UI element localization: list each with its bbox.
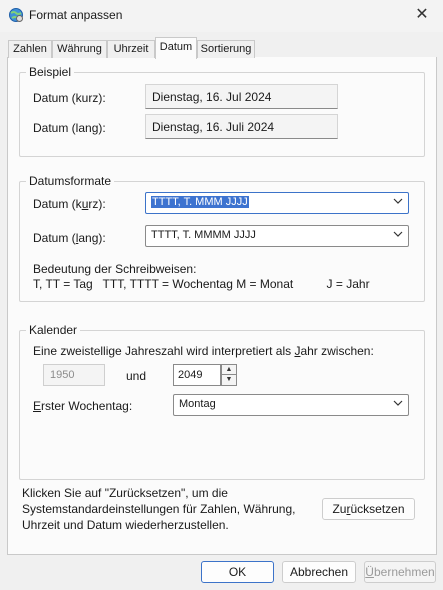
- tab-sortierung[interactable]: Sortierung: [197, 40, 255, 58]
- chevron-down-icon: [393, 398, 403, 411]
- window-title: Format anpassen: [29, 8, 123, 22]
- format-short-label: Datum (kurz):: [33, 197, 106, 211]
- chevron-down-icon: [393, 229, 403, 242]
- short-date-format-value: TTTT, T. MMM JJJJ: [151, 196, 249, 208]
- ok-button[interactable]: OK: [201, 561, 274, 583]
- year-interpretation-label: Eine zweistellige Jahreszahl wird interp…: [33, 344, 374, 358]
- tab-uhrzeit[interactable]: Uhrzeit: [107, 40, 155, 58]
- first-weekday-label: Erster Wochentag:: [33, 399, 133, 413]
- format-meaning-title: Bedeutung der Schreibweisen:: [33, 262, 197, 276]
- first-weekday-combo[interactable]: Montag: [173, 394, 409, 416]
- calendar-legend: Kalender: [26, 323, 81, 337]
- tab-datum[interactable]: Datum: [155, 37, 197, 59]
- tab-zahlen[interactable]: Zahlen: [8, 40, 52, 58]
- example-legend: Beispiel: [26, 65, 75, 79]
- cancel-button[interactable]: Abbrechen: [282, 561, 356, 583]
- example-long-value: Dienstag, 16. Juli 2024: [145, 114, 338, 139]
- example-short-label: Datum (kurz):: [33, 91, 106, 105]
- year-from-input: 1950: [43, 364, 105, 386]
- format-meaning-line: T, TT = Tag TTT, TTTT = Wochentag M = Mo…: [33, 277, 370, 291]
- long-date-format-value: TTTT, T. MMMM JJJJ: [151, 229, 256, 241]
- and-label: und: [126, 369, 147, 383]
- format-long-label: Datum (lang):: [33, 231, 106, 245]
- reset-explanation: Klicken Sie auf "Zurücksetzen", um die S…: [22, 486, 296, 532]
- apply-button[interactable]: Übernehmen: [364, 561, 436, 583]
- example-long-label: Datum (lang):: [33, 121, 106, 135]
- close-icon[interactable]: ✕: [410, 5, 434, 27]
- example-short-value: Dienstag, 16. Jul 2024: [145, 84, 338, 109]
- short-date-format-combo[interactable]: TTTT, T. MMM JJJJ: [145, 192, 409, 214]
- year-to-input[interactable]: 2049: [173, 364, 221, 386]
- spin-down-icon[interactable]: ▼: [221, 375, 237, 386]
- first-weekday-value: Montag: [179, 398, 216, 410]
- formats-legend: Datumsformate: [26, 174, 115, 188]
- chevron-down-icon: [393, 196, 403, 209]
- globe-settings-icon: [8, 7, 24, 23]
- year-spinner[interactable]: ▲ ▼: [221, 364, 237, 386]
- long-date-format-combo[interactable]: TTTT, T. MMMM JJJJ: [145, 225, 409, 247]
- tab-waehrung[interactable]: Währung: [52, 40, 107, 58]
- spin-up-icon[interactable]: ▲: [221, 364, 237, 375]
- reset-button[interactable]: Zurücksetzen: [322, 498, 415, 520]
